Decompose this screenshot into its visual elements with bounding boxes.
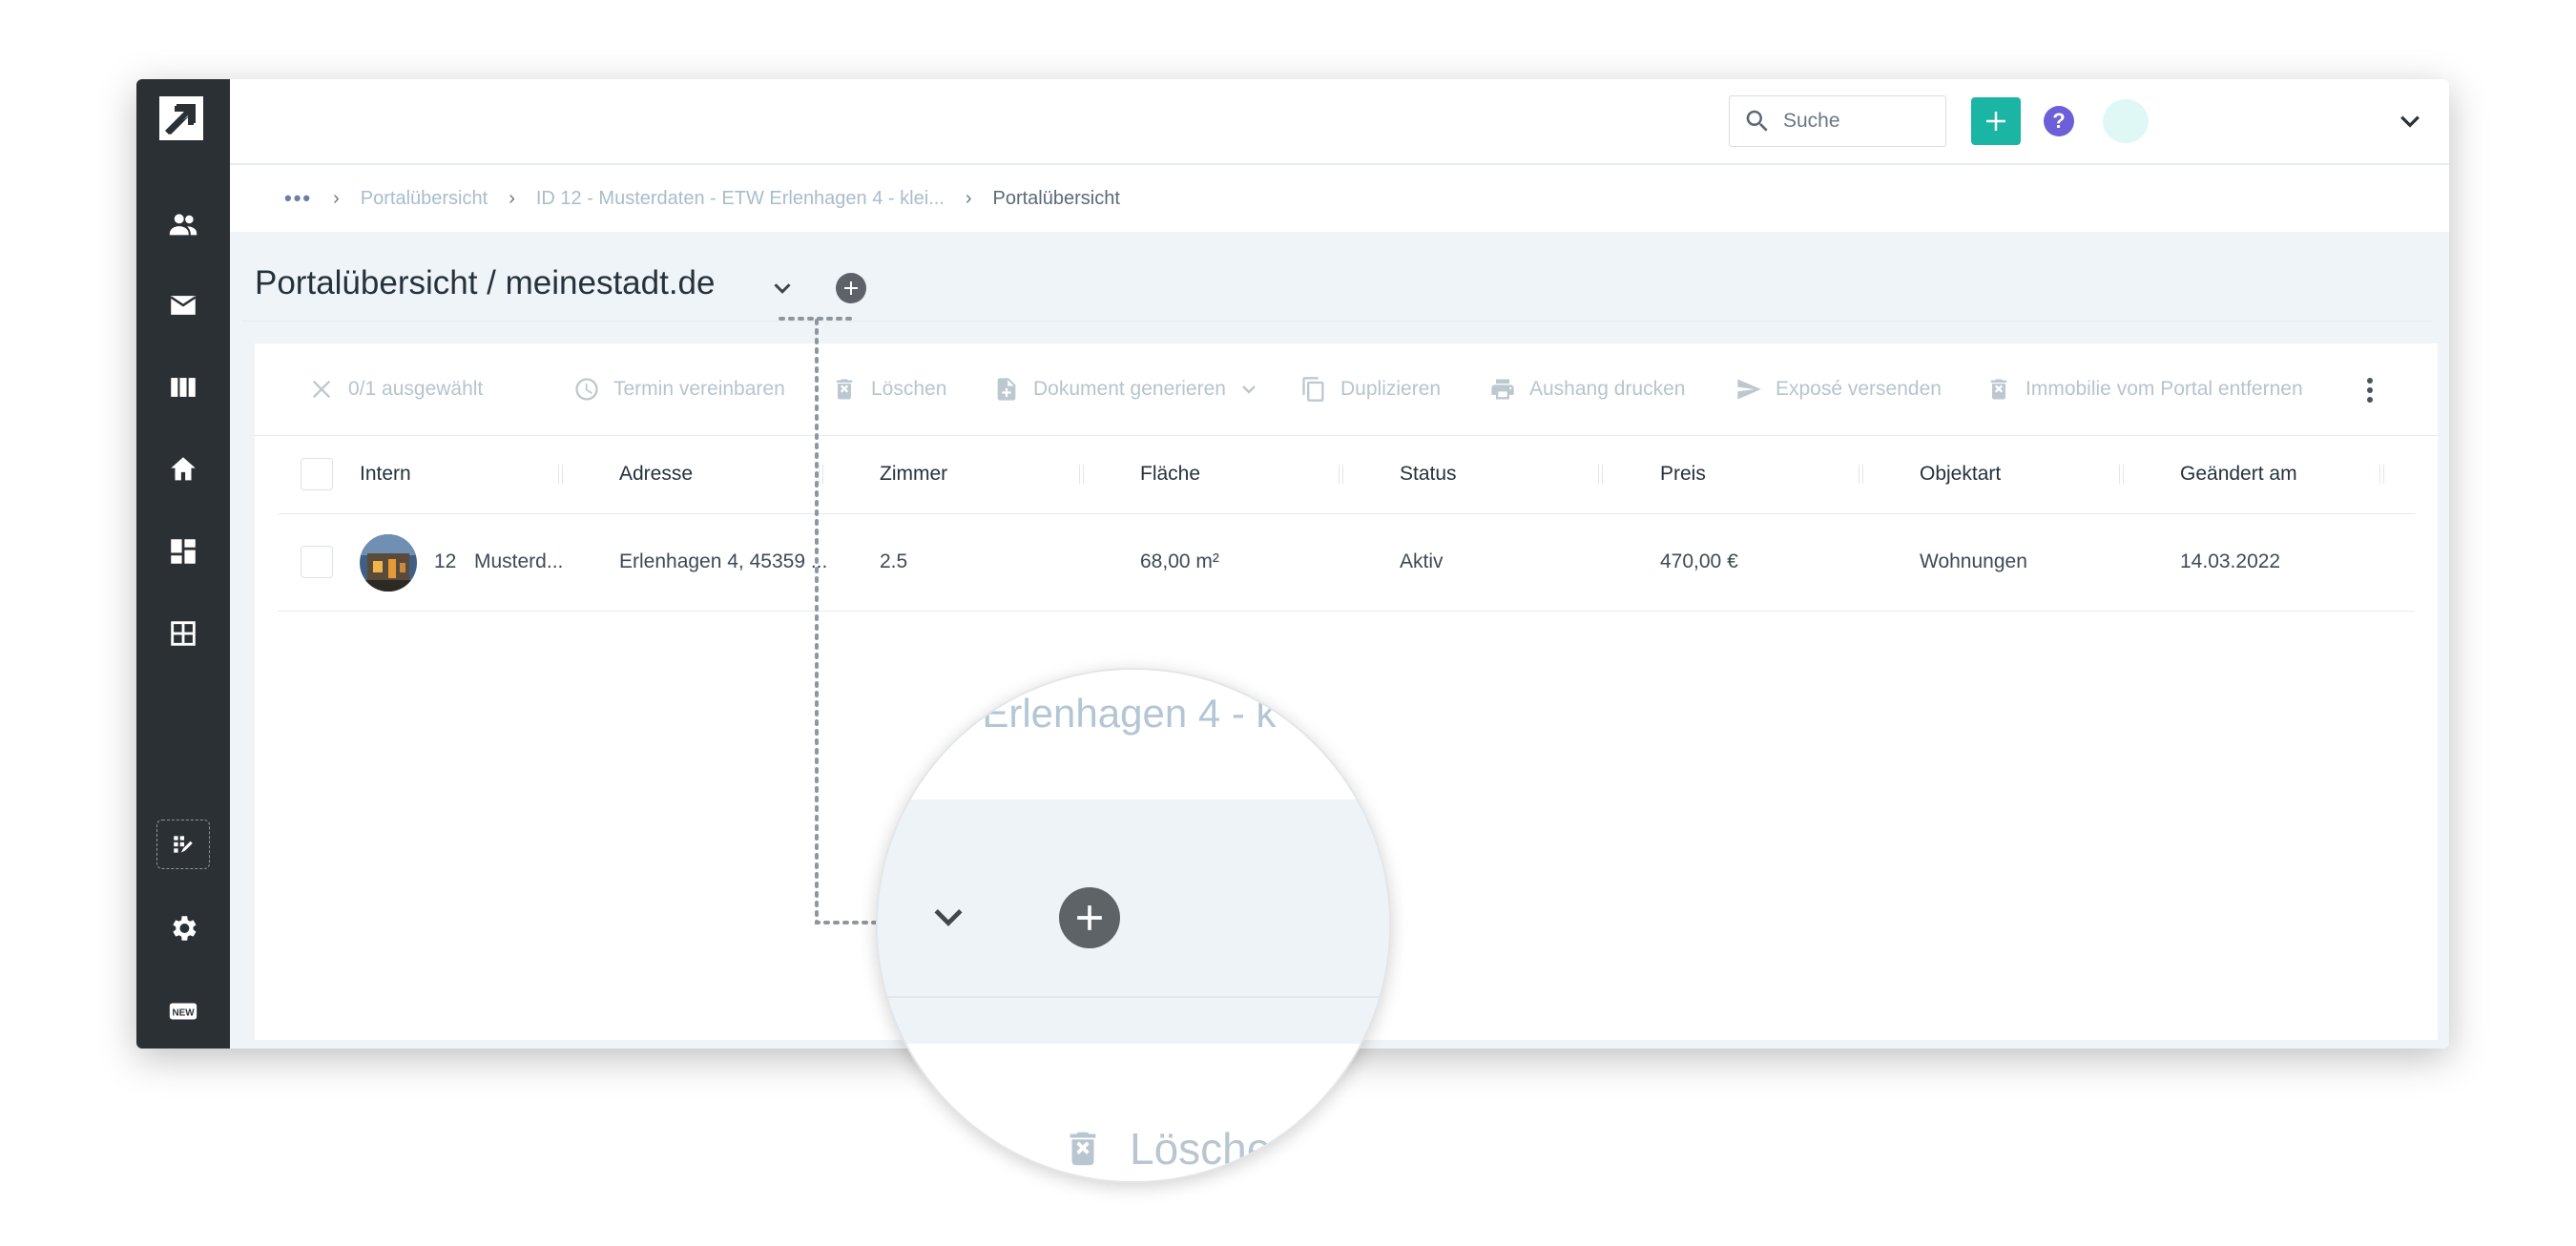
column-header[interactable]: Intern xyxy=(360,435,411,513)
table-row[interactable]: 12 Musterd... Erlenhagen 4, 45359 ... 2.… xyxy=(278,513,2415,612)
print-notice-label: Aushang drucken xyxy=(1529,378,1686,400)
divider xyxy=(878,996,1389,998)
chevron-down-icon xyxy=(927,897,969,939)
generate-document-button[interactable]: Dokument generieren xyxy=(993,343,1260,435)
home-icon[interactable] xyxy=(136,441,230,498)
delete-label: Löschen xyxy=(871,378,947,400)
remove-from-portal-button[interactable]: Immobilie vom Portal entfernen xyxy=(1985,343,2303,435)
copy-icon xyxy=(1302,377,1324,402)
cell-id: 12 xyxy=(434,550,457,572)
chevron-down-icon xyxy=(1242,385,1256,394)
trash-icon xyxy=(1070,1132,1096,1166)
divider xyxy=(241,321,2432,322)
cell-flaeche: 68,00 m² xyxy=(1140,550,1219,572)
svg-text:NEW: NEW xyxy=(172,1008,195,1019)
column-resize-handle[interactable] xyxy=(1079,465,1084,484)
schedule-appointment-button[interactable]: Termin vereinbaren xyxy=(573,343,785,435)
trash-icon xyxy=(1990,379,2007,400)
more-vert-icon[interactable] xyxy=(2365,376,2375,405)
breadcrumb-item[interactable]: ID 12 - Musterdaten - ETW Erlenhagen 4 -… xyxy=(536,188,945,210)
grid-icon[interactable] xyxy=(136,605,230,662)
send-expose-label: Exposé versenden xyxy=(1776,378,1942,400)
duplicate-button[interactable]: Duplizieren xyxy=(1300,343,1441,435)
magnified-breadcrumb: / Erlenhagen 4 - k xyxy=(960,691,1277,736)
top-bar: ? xyxy=(230,79,2449,165)
search-box[interactable] xyxy=(1729,95,1946,147)
print-notice-button[interactable]: Aushang drucken xyxy=(1489,343,1685,435)
search-icon xyxy=(1746,110,1768,132)
bulk-action-toolbar: 0/1 ausgewählt Termin vereinbaren Lösche… xyxy=(255,343,2438,436)
contacts-icon[interactable] xyxy=(136,196,230,253)
help-icon[interactable]: ? xyxy=(2044,106,2074,136)
column-header[interactable]: Geändert am xyxy=(2180,435,2297,513)
cell-objektart: Wohnungen xyxy=(1920,550,2027,572)
column-resize-handle[interactable] xyxy=(1339,465,1343,484)
column-header[interactable]: Fläche xyxy=(1140,435,1200,513)
column-header[interactable]: Adresse xyxy=(619,435,693,513)
select-all-checkbox[interactable] xyxy=(301,458,333,490)
breadcrumb-current: Portalübersicht xyxy=(992,187,1120,209)
send-expose-button[interactable]: Exposé versenden xyxy=(1735,343,1942,435)
cell-preis: 470,00 € xyxy=(1660,550,1738,572)
delete-button[interactable]: Löschen xyxy=(831,343,946,435)
breadcrumb-more-icon[interactable]: ••• xyxy=(284,186,312,211)
document-add-icon xyxy=(997,378,1016,401)
generate-document-label: Dokument generieren xyxy=(1033,378,1226,400)
breadcrumb-separator-icon: › xyxy=(965,187,972,209)
avatar[interactable] xyxy=(2103,99,2149,143)
column-header[interactable]: Preis xyxy=(1660,435,1706,513)
new-badge-icon[interactable]: NEW xyxy=(136,983,230,1040)
breadcrumb-separator-icon: › xyxy=(509,187,515,209)
remove-from-portal-label: Immobilie vom Portal entfernen xyxy=(2025,378,2303,400)
columns-icon[interactable] xyxy=(136,359,230,416)
magnifier-top: / Erlenhagen 4 - k xyxy=(878,670,1389,800)
close-icon xyxy=(312,380,331,399)
magnified-delete: Lösche xyxy=(1061,1122,1271,1175)
column-resize-handle[interactable] xyxy=(2119,465,2124,484)
add-button[interactable] xyxy=(1971,97,2021,145)
dashboard-icon[interactable] xyxy=(136,523,230,580)
column-resize-handle[interactable] xyxy=(2379,465,2384,484)
selection-count: 0/1 ausgewählt xyxy=(348,378,484,400)
clock-icon xyxy=(575,378,598,401)
column-resize-handle[interactable] xyxy=(1598,465,1603,484)
chevron-down-icon[interactable] xyxy=(2396,107,2424,135)
cell-geaendert: 14.03.2022 xyxy=(2180,550,2281,572)
search-input[interactable] xyxy=(1781,109,1919,134)
trash-icon xyxy=(836,379,853,400)
edit-grid-icon[interactable] xyxy=(156,820,210,869)
column-header[interactable]: Objektart xyxy=(1920,435,2001,513)
column-resize-handle[interactable] xyxy=(819,465,823,484)
send-icon xyxy=(1737,379,1761,400)
gear-icon[interactable] xyxy=(136,900,230,957)
mail-icon[interactable] xyxy=(136,277,230,334)
column-resize-handle[interactable] xyxy=(558,465,563,484)
breadcrumb-separator-icon: › xyxy=(333,187,340,209)
duplicate-label: Duplizieren xyxy=(1340,378,1442,400)
property-thumbnail xyxy=(360,534,417,592)
logo-arrow-icon[interactable] xyxy=(159,96,203,140)
row-checkbox[interactable] xyxy=(301,546,333,578)
plus-icon xyxy=(1059,887,1120,948)
breadcrumb-item[interactable]: Portalübersicht xyxy=(361,188,488,210)
schedule-appointment-label: Termin vereinbaren xyxy=(613,378,785,400)
column-resize-handle[interactable] xyxy=(1859,465,1863,484)
cell-zimmer: 2.5 xyxy=(880,550,908,572)
page-title: Portalübersicht / meinestadt.de xyxy=(255,264,716,301)
cell-status: Aktiv xyxy=(1400,550,1444,572)
plus-icon xyxy=(1986,112,2005,131)
zoom-magnifier: / Erlenhagen 4 - k Lösche xyxy=(876,668,1391,1183)
magnified-delete-label: Lösche xyxy=(1130,1124,1272,1173)
column-header[interactable]: Status xyxy=(1400,435,1457,513)
chevron-down-icon[interactable] xyxy=(768,274,797,302)
cell-intern: Musterd... xyxy=(474,550,564,572)
clear-selection-button[interactable]: 0/1 ausgewählt xyxy=(308,343,483,435)
cell-adresse: Erlenhagen 4, 45359 ... xyxy=(619,550,828,572)
sidebar: NEW xyxy=(136,79,230,1049)
plus-icon xyxy=(844,281,858,295)
column-header[interactable]: Zimmer xyxy=(880,435,947,513)
add-portal-button[interactable] xyxy=(836,273,866,303)
table-header: Intern Adresse Zimmer Fläche Status Prei… xyxy=(278,435,2415,514)
print-icon xyxy=(1491,379,1514,400)
